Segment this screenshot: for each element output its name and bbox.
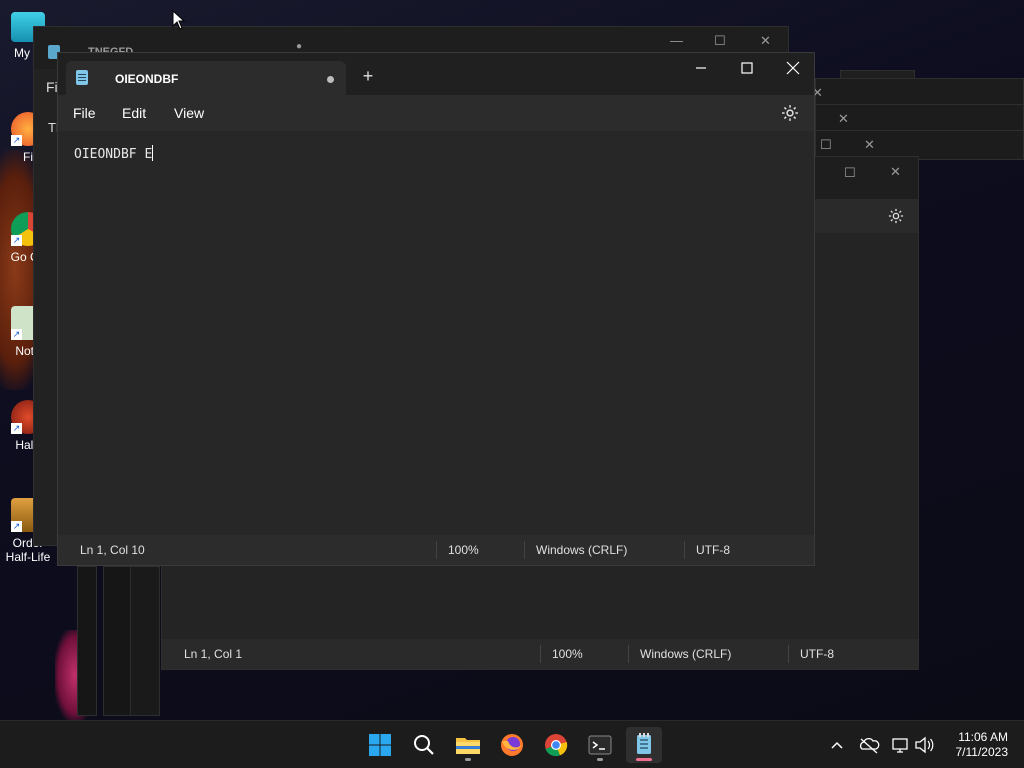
close-icon: ✕ [760, 33, 771, 48]
close-icon: ✕ [890, 164, 901, 179]
tab-title: OIEONDBF [115, 72, 179, 86]
settings-button[interactable] [780, 103, 800, 123]
text-caret [152, 145, 154, 161]
tray-onedrive[interactable] [858, 721, 880, 768]
unsaved-dot-icon [327, 76, 334, 83]
taskbar-terminal[interactable] [582, 727, 618, 763]
status-zoom[interactable]: 100% [448, 543, 479, 557]
close-button[interactable] [770, 53, 816, 85]
notepad-window: OIEONDBF + File Edit View OIEONDBF E Ln … [57, 52, 815, 566]
tray-network[interactable] [890, 721, 912, 768]
close-icon [786, 61, 800, 75]
taskbar-start-button[interactable] [362, 727, 398, 763]
tab-oieondbf[interactable]: OIEONDBF [66, 61, 346, 95]
mouse-cursor-icon [172, 10, 186, 30]
close-icon: ✕ [864, 137, 875, 152]
maximize-icon: ☐ [844, 165, 856, 180]
ghost-window [77, 566, 97, 716]
maximize-button[interactable] [724, 53, 770, 85]
unsaved-dot-icon: ● [296, 41, 303, 52]
ghost-window [130, 566, 160, 716]
maximize-icon: ☐ [820, 137, 832, 152]
close-icon: ✕ [838, 111, 849, 126]
search-icon [414, 735, 434, 755]
clock-time: 11:06 AM [958, 730, 1008, 744]
minimize-button[interactable] [678, 53, 724, 85]
maximize-icon [741, 62, 753, 74]
tray-overflow-button[interactable] [826, 721, 848, 768]
menu-edit[interactable]: Edit [122, 105, 146, 121]
status-line-ending: Windows (CRLF) [640, 647, 732, 661]
firefox-icon [501, 734, 523, 756]
menu-view[interactable]: View [174, 105, 204, 121]
title-bar[interactable]: OIEONDBF + [58, 53, 814, 95]
taskbar-chrome[interactable] [538, 727, 574, 763]
ghost-window: ✕ [815, 104, 1024, 132]
taskbar-search-button[interactable] [406, 727, 442, 763]
editor-content: OIEONDBF E [74, 147, 153, 162]
cloud-offline-icon [859, 737, 880, 754]
minimize-icon [696, 67, 706, 69]
status-bar: Ln 1, Col 10 100% Windows (CRLF) UTF-8 [58, 535, 814, 565]
menu-file[interactable]: File [73, 105, 96, 121]
status-zoom: 100% [552, 647, 583, 661]
maximize-icon: ☐ [714, 33, 726, 48]
taskbar: 11:06 AM 7/11/2023 [0, 720, 1024, 768]
shortcut-arrow-icon: ↗ [11, 235, 22, 246]
status-line-ending[interactable]: Windows (CRLF) [536, 543, 627, 557]
status-position: Ln 1, Col 1 [184, 647, 243, 661]
speaker-icon [915, 736, 934, 754]
taskbar-file-explorer[interactable] [450, 727, 486, 763]
network-icon [892, 738, 908, 753]
settings-gear-icon [888, 208, 904, 224]
status-encoding: UTF-8 [800, 647, 834, 661]
new-tab-button[interactable]: + [358, 66, 378, 86]
shortcut-arrow-icon: ↗ [11, 135, 22, 146]
text-editor[interactable]: OIEONDBF E [58, 131, 814, 537]
taskbar-clock[interactable]: 11:06 AM 7/11/2023 [956, 730, 1009, 760]
taskbar-firefox[interactable] [494, 727, 530, 763]
chevron-up-icon [831, 741, 843, 749]
settings-gear-icon [782, 105, 798, 121]
shortcut-arrow-icon: ↗ [11, 329, 22, 340]
shortcut-arrow-icon: ↗ [11, 423, 22, 434]
clock-date: 7/11/2023 [955, 745, 1009, 759]
menu-bar: File Edit View [58, 95, 814, 131]
notepad-icon [76, 70, 88, 85]
ghost-status-bar: Ln 1, Col 1 100% Windows (CRLF) UTF-8 [162, 639, 918, 669]
ghost-window [103, 566, 133, 716]
minimize-icon: — [670, 33, 683, 48]
tray-volume[interactable] [913, 721, 935, 768]
shortcut-arrow-icon: ↗ [11, 521, 22, 532]
status-position: Ln 1, Col 10 [80, 543, 145, 557]
status-encoding[interactable]: UTF-8 [696, 543, 730, 557]
taskbar-notepad[interactable] [626, 727, 662, 763]
chrome-icon [545, 734, 568, 757]
windows-logo-icon [369, 734, 391, 756]
